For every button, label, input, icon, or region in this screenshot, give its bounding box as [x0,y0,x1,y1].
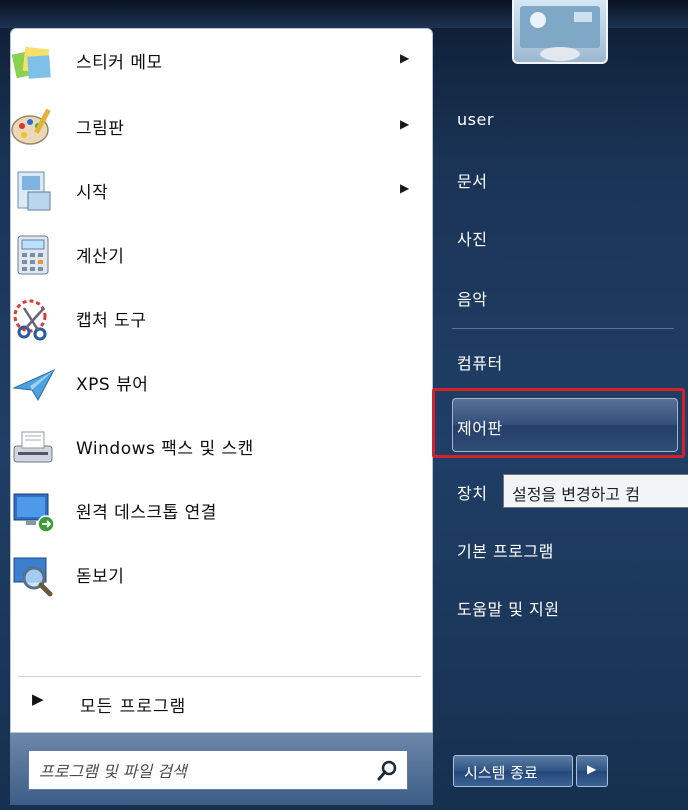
all-programs-button[interactable]: ▶ 모든 프로그램 [18,682,418,722]
getting-started-icon [17,171,51,211]
search-icon[interactable] [375,758,401,784]
xps-viewer-icon [12,368,56,402]
submenu-arrow-icon[interactable]: ▶ [400,181,409,195]
magnifier-icon [13,557,53,597]
sticky-notes-icon [11,46,51,79]
all-programs-label: 모든 프로그램 [80,697,187,717]
right-item-user[interactable]: user [445,98,677,142]
user-picture-icon [520,6,600,61]
program-label: 캡처 도구 [76,311,147,331]
paint-icon [11,108,51,145]
right-item-label: 음악 [457,290,488,309]
search-box[interactable] [28,750,408,790]
program-calculator[interactable]: 계산기 [8,228,413,282]
calculator-icon [17,235,49,275]
program-xps-viewer[interactable]: XPS 뷰어 [8,356,413,410]
right-item-default-programs[interactable]: 기본 프로그램 [445,526,677,570]
program-label: 그림판 [76,119,125,139]
chevron-right-icon: ▶ [587,762,597,776]
shutdown-options-button[interactable]: ▶ [576,755,608,787]
submenu-arrow-icon[interactable]: ▶ [400,117,409,131]
program-label: 스티커 메모 [76,53,163,73]
right-divider [452,328,674,329]
right-item-help[interactable]: 도움말 및 지원 [445,584,677,628]
right-item-label: 도움말 및 지원 [457,600,560,619]
right-item-label: user [457,110,494,129]
program-paint[interactable]: 그림판 ▶ [8,100,413,154]
annotation-highlight-box [432,388,685,458]
right-item-label: 사진 [457,230,488,249]
tooltip: 설정을 변경하고 컴 [503,474,688,508]
right-item-computer[interactable]: 컴퓨터 [445,338,677,382]
shutdown-button[interactable]: 시스템 종료 [453,755,573,787]
search-input[interactable] [37,757,361,785]
expand-arrow-icon: ▶ [32,690,44,708]
divider [18,676,421,677]
start-menu: 스티커 메모 ▶ 그림판 ▶ 시작 ▶ 계산기 캡처 도구 XPS 뷰어 Win… [0,0,688,810]
submenu-arrow-icon[interactable]: ▶ [400,51,409,65]
right-item-label: 문서 [457,172,488,191]
program-label: 계산기 [76,247,125,267]
right-item-label: 기본 프로그램 [457,542,554,561]
program-snipping-tool[interactable]: 캡처 도구 [8,292,413,346]
user-picture[interactable] [512,0,608,64]
program-label: 시작 [76,183,109,203]
program-fax-scan[interactable]: Windows 팩스 및 스캔 [8,420,413,474]
right-item-documents[interactable]: 문서 [445,156,677,200]
tooltip-text: 설정을 변경하고 컴 [512,485,640,504]
program-label: XPS 뷰어 [76,375,149,395]
program-magnifier[interactable]: 돋보기 [8,548,413,602]
shutdown-label: 시스템 종료 [464,764,538,782]
right-item-label: 장치 [457,484,488,503]
program-sticky-notes[interactable]: 스티커 메모 ▶ [8,34,413,88]
right-item-pictures[interactable]: 사진 [445,214,677,258]
fax-scan-icon [13,431,53,463]
right-item-music[interactable]: 음악 [445,274,677,318]
program-getting-started[interactable]: 시작 ▶ [8,164,413,218]
snipping-tool-icon [13,299,47,341]
remote-desktop-icon [13,493,55,533]
program-label: 돋보기 [76,567,125,587]
right-item-label: 컴퓨터 [457,354,503,373]
program-label: Windows 팩스 및 스캔 [76,439,254,459]
program-remote-desktop[interactable]: 원격 데스크톱 연결 [8,484,413,538]
program-label: 원격 데스크톱 연결 [76,503,217,523]
